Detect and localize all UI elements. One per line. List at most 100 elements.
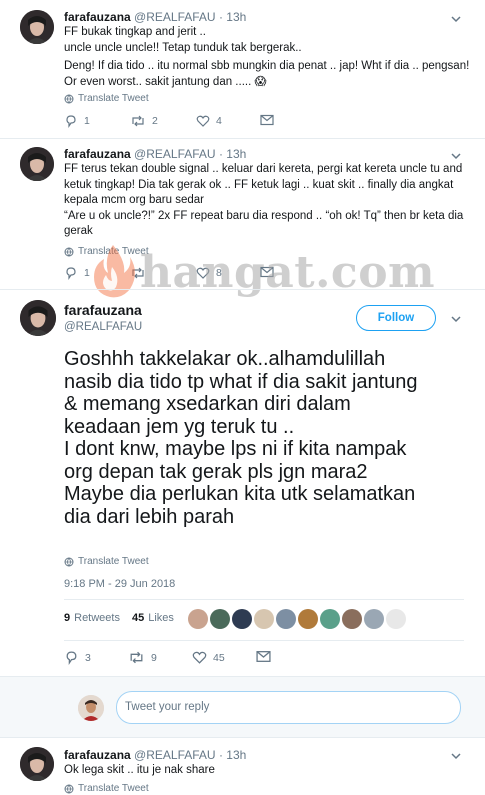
main-timestamp[interactable]: 9:18 PM - 29 Jun 2018 (64, 578, 175, 590)
tweet-text-line: ketuk tingkap! Dia tak gerak ok .. FF ke… (64, 178, 454, 191)
tweet-2[interactable]: farafauzana @REALFAFAU · 13h FF terus te… (0, 139, 485, 289)
follow-button[interactable]: Follow (356, 305, 436, 331)
handle[interactable]: @REALFAFAU (134, 147, 216, 161)
globe-icon (64, 247, 74, 256)
separator-dot: · (218, 147, 223, 161)
liker-avatar[interactable] (342, 609, 362, 629)
tweet-reply[interactable]: farafauzana @REALFAFAU · 13h Ok lega ski… (0, 739, 485, 795)
heart-icon (196, 115, 210, 127)
main-avatar[interactable] (20, 300, 56, 336)
likes-stat[interactable]: 45 Likes (132, 612, 174, 624)
reply-count: 1 (84, 267, 90, 279)
like-count: 8 (216, 267, 222, 279)
timestamp[interactable]: 13h (226, 147, 246, 161)
retweet-count: 2 (152, 115, 158, 127)
retweet-icon (132, 267, 144, 279)
tweet-text-line: FF terus tekan double signal .. keluar d… (64, 163, 463, 175)
separator-dot: · (218, 748, 223, 762)
liker-avatar[interactable] (386, 609, 406, 629)
translate-tweet-link[interactable]: Translate Tweet (64, 783, 149, 794)
translate-tweet-link[interactable]: Translate Tweet (64, 246, 149, 257)
translate-label: Translate Tweet (78, 556, 149, 567)
retweet-icon (130, 651, 143, 664)
divider (64, 640, 464, 641)
divider (0, 289, 485, 290)
liker-avatar[interactable] (188, 609, 208, 629)
avatar[interactable] (20, 147, 54, 181)
envelope-icon (256, 651, 271, 662)
chevron-down-icon[interactable] (449, 749, 463, 763)
reply-input[interactable]: Tweet your reply (116, 691, 461, 724)
avatar[interactable] (20, 10, 54, 44)
tweet-text-line: uncle uncle uncle!! Tetap tunduk tak ber… (64, 41, 302, 54)
translate-label: Translate Tweet (78, 783, 149, 794)
timestamp[interactable]: 13h (226, 10, 246, 24)
heart-icon (196, 267, 210, 279)
envelope-icon (260, 266, 274, 278)
retweets-stat-count: 9 (64, 612, 71, 624)
direct-message-button[interactable] (260, 266, 274, 278)
reply-composer: Tweet your reply (0, 676, 485, 738)
liker-avatar[interactable] (276, 609, 296, 629)
current-user-avatar[interactable] (78, 695, 104, 721)
reply-button[interactable]: 3 (64, 650, 91, 665)
liker-avatars (188, 609, 406, 629)
chevron-down-icon[interactable] (449, 12, 463, 26)
translate-label: Translate Tweet (78, 93, 149, 104)
engagement-stats: 9 Retweets 45 Likes (64, 612, 174, 624)
main-display-name[interactable]: farafauzana (64, 302, 142, 318)
globe-icon (64, 94, 74, 103)
retweet-button[interactable] (130, 266, 152, 280)
like-button[interactable]: 45 (192, 650, 225, 665)
reply-button[interactable]: 1 (64, 266, 90, 280)
display-name[interactable]: farafauzana (64, 147, 131, 161)
liker-avatar[interactable] (254, 609, 274, 629)
likes-stat-label: Likes (148, 612, 174, 624)
direct-message-button[interactable] (256, 650, 271, 663)
reply-icon (66, 267, 76, 280)
tweet-text-line: FF bukak tingkap and jerit .. (64, 26, 206, 38)
direct-message-button[interactable] (260, 114, 274, 126)
timestamp[interactable]: 13h (226, 748, 246, 762)
divider (64, 599, 464, 600)
tweet-text-line: gerak (64, 225, 93, 237)
translate-tweet-link[interactable]: Translate Tweet (64, 93, 149, 104)
reply-button[interactable]: 1 (64, 114, 90, 128)
translate-label: Translate Tweet (78, 246, 149, 257)
translate-tweet-link[interactable]: Translate Tweet (64, 556, 149, 567)
liker-avatar[interactable] (210, 609, 230, 629)
main-handle[interactable]: @REALFAFAU (64, 321, 142, 333)
handle[interactable]: @REALFAFAU (134, 10, 216, 24)
main-tweet-text: Goshhh takkelakar ok..alhamdulillah nasi… (64, 348, 418, 528)
retweets-stat[interactable]: 9 Retweets (64, 612, 120, 624)
liker-avatar[interactable] (232, 609, 252, 629)
chevron-down-icon[interactable] (449, 149, 463, 163)
like-count: 45 (213, 651, 225, 664)
like-button[interactable]: 4 (196, 114, 222, 128)
avatar[interactable] (20, 747, 54, 781)
liker-avatar[interactable] (320, 609, 340, 629)
like-count: 4 (216, 115, 222, 127)
tweet-1[interactable]: farafauzana @REALFAFAU · 13h FF bukak ti… (0, 0, 485, 138)
handle[interactable]: @REALFAFAU (134, 748, 216, 762)
display-name[interactable]: farafauzana (64, 10, 131, 24)
chevron-down-icon[interactable] (449, 312, 463, 326)
retweet-button[interactable]: 9 (128, 650, 157, 665)
globe-icon (64, 557, 74, 566)
likes-stat-count: 45 (131, 612, 145, 624)
tweet-text-line: Or even worst.. sakit jantung dan ..... … (64, 75, 267, 88)
envelope-icon (260, 114, 274, 126)
liker-avatar[interactable] (298, 609, 318, 629)
liker-avatar[interactable] (364, 609, 384, 629)
tweet-text-line: Deng! If dia tido .. itu normal sbb mung… (64, 60, 470, 72)
display-name[interactable]: farafauzana (64, 748, 131, 762)
tweet-text-line: “Are u ok uncle?!” 2x FF repeat baru dia… (64, 209, 464, 222)
heart-icon (192, 651, 207, 664)
retweet-icon (132, 115, 144, 127)
reply-count: 3 (85, 651, 91, 664)
retweet-count: 9 (151, 651, 157, 664)
like-button[interactable]: 8 (196, 266, 222, 280)
retweet-button[interactable]: 2 (130, 114, 158, 128)
reply-count: 1 (84, 115, 90, 127)
reply-icon (66, 651, 77, 665)
